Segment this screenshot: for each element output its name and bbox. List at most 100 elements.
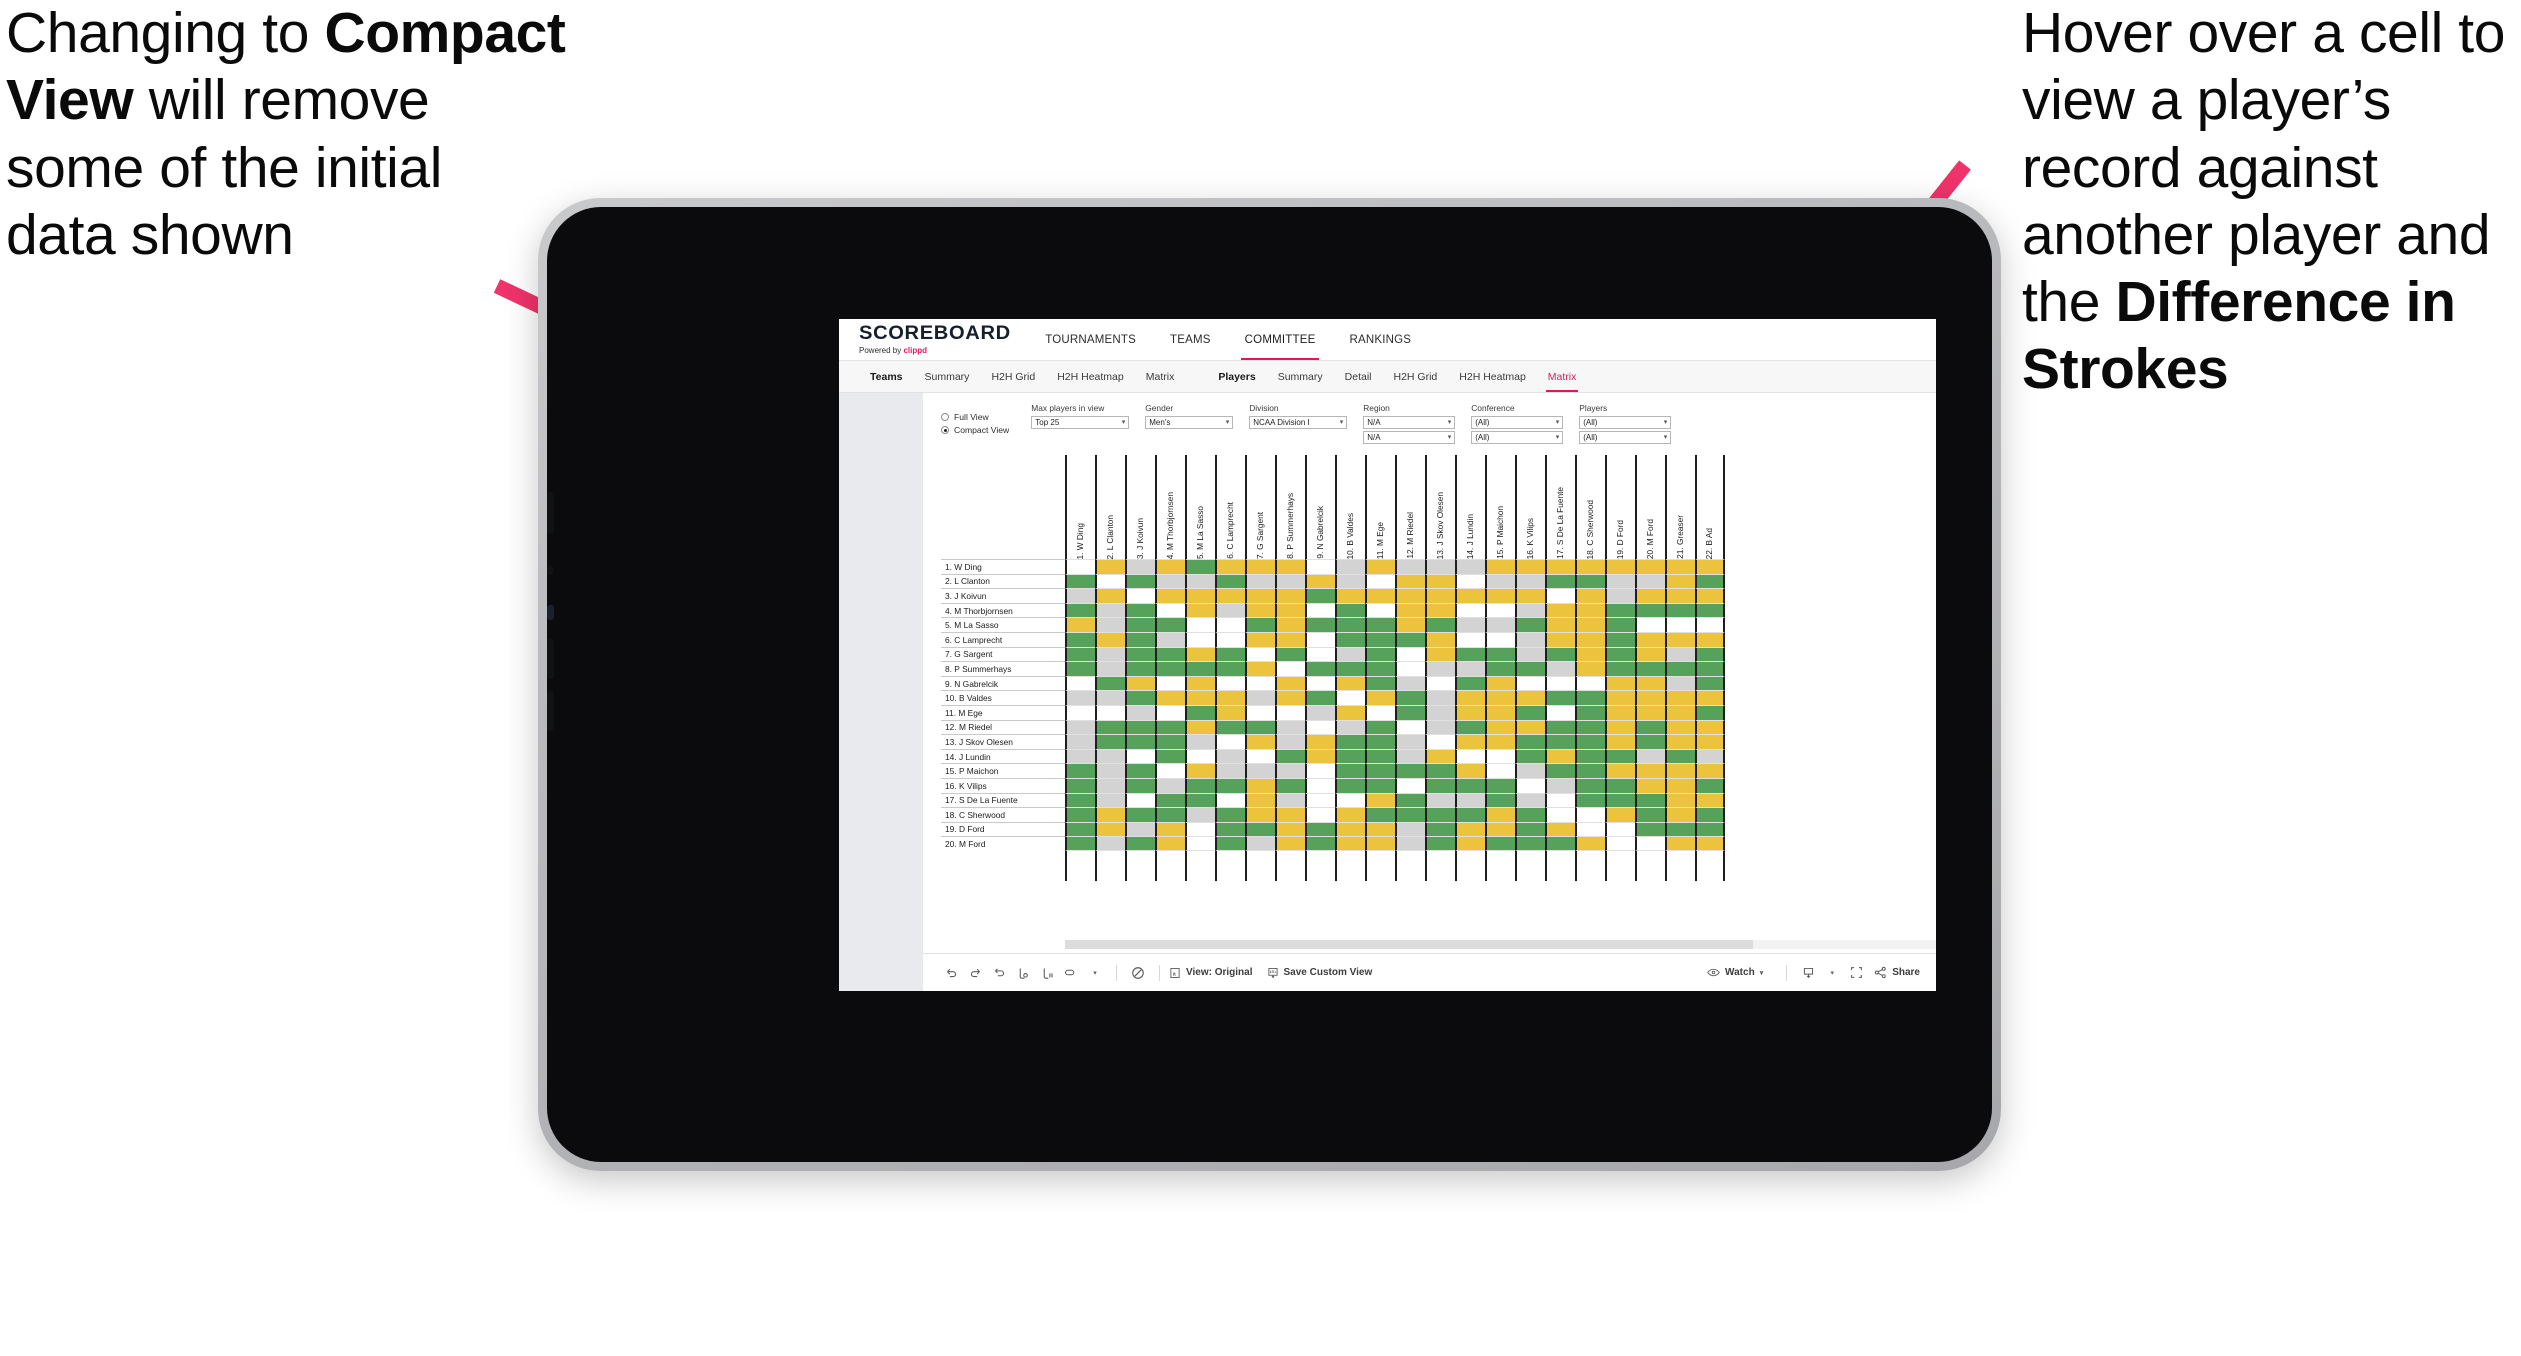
horizontal-scrollbar[interactable] [1065, 940, 1936, 949]
matrix-cell[interactable] [1515, 573, 1545, 589]
matrix-cell[interactable] [1395, 836, 1425, 851]
matrix-cell[interactable] [1215, 836, 1245, 851]
matrix-cell[interactable] [1395, 777, 1425, 793]
matrix-cell[interactable] [1545, 821, 1575, 837]
matrix-cell[interactable] [1185, 588, 1215, 603]
matrix-cell[interactable] [1305, 661, 1335, 676]
matrix-cell[interactable] [1665, 719, 1695, 735]
matrix-cell[interactable] [1335, 661, 1365, 676]
matrix-cell[interactable] [1695, 661, 1725, 676]
matrix-cell[interactable] [1305, 836, 1335, 851]
matrix-cell[interactable] [1125, 748, 1155, 764]
matrix-cell[interactable] [1605, 719, 1635, 735]
subnav-teams-h2h-grid[interactable]: H2H Grid [980, 361, 1046, 392]
matrix-cell[interactable] [1185, 704, 1215, 720]
matrix-cell[interactable] [1455, 602, 1485, 618]
matrix-cell[interactable] [1215, 777, 1245, 793]
matrix-cell[interactable] [1185, 675, 1215, 691]
matrix-cell[interactable] [1545, 559, 1575, 574]
matrix-cell[interactable] [1695, 807, 1725, 822]
matrix-cell[interactable] [1695, 631, 1725, 647]
matrix-cell[interactable] [1695, 646, 1725, 662]
matrix-cell[interactable] [1575, 661, 1605, 676]
matrix-cell[interactable] [1155, 573, 1185, 589]
matrix-cell[interactable] [1095, 588, 1125, 603]
matrix-cell[interactable] [1695, 690, 1725, 705]
matrix-cell[interactable] [1635, 690, 1665, 705]
matrix-cell[interactable] [1695, 675, 1725, 691]
matrix-cell[interactable] [1155, 748, 1185, 764]
matrix-cell[interactable] [1575, 734, 1605, 749]
revert-icon[interactable] [987, 961, 1011, 985]
matrix-cell[interactable] [1545, 631, 1575, 647]
matrix-cell[interactable] [1335, 573, 1365, 589]
matrix-scroll-area[interactable]: 1. W Ding 2. L Clanton 3. J Koivun 4. M Tho… [941, 455, 1936, 953]
download-icon[interactable] [1796, 961, 1820, 985]
matrix-cell[interactable] [1095, 763, 1125, 778]
filter-conference-select-2[interactable]: (All) ▾ [1471, 431, 1564, 444]
matrix-cell[interactable] [1515, 748, 1545, 764]
matrix-cell[interactable] [1455, 573, 1485, 589]
matrix-cell[interactable] [1605, 602, 1635, 618]
matrix-cell[interactable] [1395, 807, 1425, 822]
matrix-cell[interactable] [1305, 602, 1335, 618]
matrix-cell[interactable] [1485, 821, 1515, 837]
matrix-cell[interactable] [1635, 748, 1665, 764]
matrix-cell[interactable] [1095, 631, 1125, 647]
matrix-cell[interactable] [1335, 675, 1365, 691]
matrix-cell[interactable] [1515, 559, 1545, 574]
matrix-cell[interactable] [1305, 646, 1335, 662]
matrix-cell[interactable] [1515, 588, 1545, 603]
matrix-cell[interactable] [1155, 617, 1185, 632]
matrix-cell[interactable] [1305, 807, 1335, 822]
matrix-cell[interactable] [1605, 807, 1635, 822]
radio-full-view-dot[interactable] [941, 413, 949, 421]
matrix-cell[interactable] [1365, 646, 1395, 662]
matrix-cell[interactable] [1575, 719, 1605, 735]
matrix-cell[interactable] [1305, 704, 1335, 720]
matrix-cell[interactable] [1125, 661, 1155, 676]
matrix-cell[interactable] [1485, 559, 1515, 574]
matrix-cell[interactable] [1665, 690, 1695, 705]
matrix-cell[interactable] [1275, 807, 1305, 822]
matrix-cell[interactable] [1365, 734, 1395, 749]
filter-region-select[interactable]: N/A ▾ [1363, 416, 1456, 429]
matrix-cell[interactable] [1515, 719, 1545, 735]
matrix-cell[interactable] [1515, 704, 1545, 720]
matrix-cell[interactable] [1635, 734, 1665, 749]
matrix-cell[interactable] [1245, 777, 1275, 793]
matrix-cell[interactable] [1545, 836, 1575, 851]
matrix-cell[interactable] [1245, 661, 1275, 676]
redo-icon[interactable] [963, 961, 987, 985]
matrix-cell[interactable] [1395, 821, 1425, 837]
matrix-cell[interactable] [1575, 602, 1605, 618]
matrix-cell[interactable] [1335, 734, 1365, 749]
matrix-cell[interactable] [1305, 573, 1335, 589]
matrix-cell[interactable] [1485, 763, 1515, 778]
matrix-cell[interactable] [1515, 646, 1545, 662]
matrix-cell[interactable] [1665, 631, 1695, 647]
matrix-cell[interactable] [1185, 559, 1215, 574]
matrix-cell[interactable] [1695, 719, 1725, 735]
matrix-cell[interactable] [1095, 704, 1125, 720]
subnav-players-h2h-grid[interactable]: H2H Grid [1383, 361, 1449, 392]
matrix-cell[interactable] [1485, 734, 1515, 749]
matrix-cell[interactable] [1425, 588, 1455, 603]
matrix-cell[interactable] [1545, 704, 1575, 720]
matrix-cell[interactable] [1155, 836, 1185, 851]
filter-region-select-2[interactable]: N/A ▾ [1363, 431, 1456, 444]
matrix-cell[interactable] [1665, 748, 1695, 764]
matrix-cell[interactable] [1545, 675, 1575, 691]
matrix-cell[interactable] [1335, 836, 1365, 851]
matrix-cell[interactable] [1425, 631, 1455, 647]
matrix-cell[interactable] [1275, 719, 1305, 735]
matrix-cell[interactable] [1305, 559, 1335, 574]
matrix-cell[interactable] [1305, 631, 1335, 647]
matrix-cell[interactable] [1395, 690, 1425, 705]
matrix-cell[interactable] [1605, 734, 1635, 749]
matrix-cell[interactable] [1275, 675, 1305, 691]
matrix-cell[interactable] [1455, 588, 1485, 603]
matrix-cell[interactable] [1125, 588, 1155, 603]
matrix-cell[interactable] [1665, 777, 1695, 793]
matrix-cell[interactable] [1305, 617, 1335, 632]
